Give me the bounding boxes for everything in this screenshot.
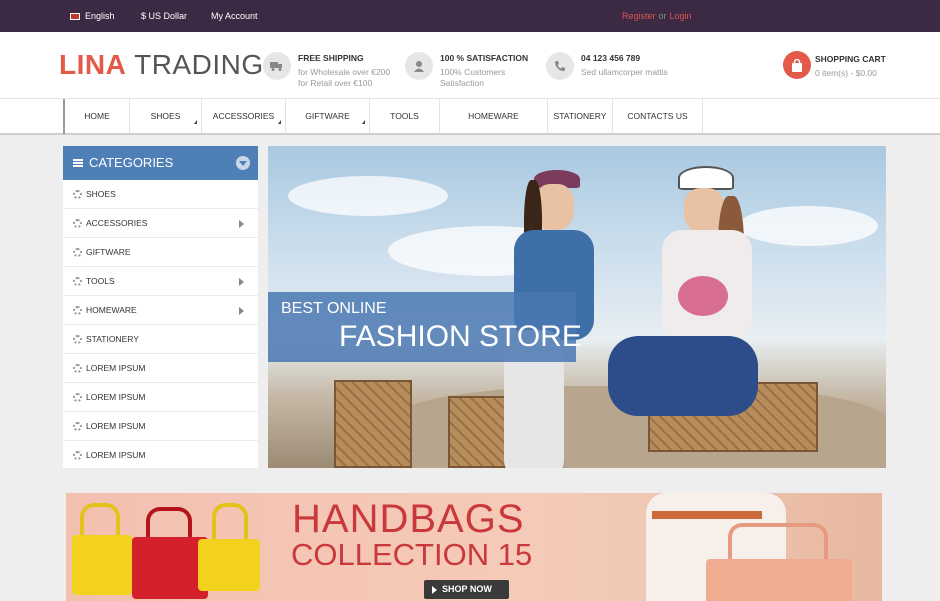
- chevron-right-icon: [239, 220, 244, 228]
- handbags-promo[interactable]: HANDBAGS COLLECTION 15 SHOP NOW: [66, 493, 882, 601]
- gear-icon: [73, 219, 82, 228]
- category-item-lorem-4[interactable]: LOREM IPSUM: [63, 441, 258, 470]
- cart-summary: 0 item(s) - $0.00: [815, 68, 877, 78]
- feature-title: 100 % SATISFACTION: [440, 53, 529, 63]
- cart-title[interactable]: SHOPPING CART: [815, 54, 886, 64]
- wooden-crate: [334, 380, 412, 468]
- uk-flag-icon: [70, 13, 80, 20]
- menu-icon: [73, 159, 83, 167]
- promo-subtitle: COLLECTION 15: [291, 537, 533, 572]
- user-icon: [405, 52, 433, 80]
- gear-icon: [73, 422, 82, 431]
- category-item-lorem-2[interactable]: LOREM IPSUM: [63, 383, 258, 412]
- shop-now-button[interactable]: SHOP NOW: [424, 580, 509, 599]
- category-item-giftware[interactable]: GIFTWARE: [63, 238, 258, 267]
- nav-item-shoes[interactable]: SHOES: [130, 99, 202, 134]
- currency-selector[interactable]: $ US Dollar: [141, 0, 187, 32]
- main-nav: HOME SHOES ACCESSORIES GIFTWARE TOOLS HO…: [0, 98, 940, 135]
- red-bag: [132, 537, 208, 599]
- submenu-arrow-icon: [194, 120, 197, 124]
- banner-line1: BEST ONLINE: [281, 300, 387, 317]
- nav-item-homeware[interactable]: HOMEWARE: [440, 99, 548, 134]
- categories-title: CATEGORIES: [89, 155, 174, 170]
- hero-banner[interactable]: BEST ONLINE FASHION STORE: [268, 146, 886, 468]
- shopping-bag-icon[interactable]: [783, 51, 811, 79]
- bag-handle: [80, 503, 120, 539]
- chevron-right-icon: [239, 307, 244, 315]
- feature-title: FREE SHIPPING: [298, 53, 364, 63]
- category-item-stationery[interactable]: STATIONERY: [63, 325, 258, 354]
- nav-item-accessories[interactable]: ACCESSORIES: [202, 99, 286, 134]
- model-right: [608, 166, 768, 466]
- categories-list: SHOES ACCESSORIES GIFTWARE TOOLS HOMEWAR…: [63, 180, 258, 470]
- header: LINA TRADING FREE SHIPPING for Wholesale…: [0, 32, 940, 98]
- phone-icon: [546, 52, 574, 80]
- top-bar: English $ US Dollar My Account Register o…: [0, 0, 940, 32]
- gear-icon: [73, 248, 82, 257]
- belt: [652, 511, 762, 519]
- nav-item-tools[interactable]: TOOLS: [370, 99, 440, 134]
- phone-number: 04 123 456 789: [581, 53, 641, 63]
- cloud: [288, 176, 448, 216]
- category-item-shoes[interactable]: SHOES: [63, 180, 258, 209]
- language-label: English: [85, 11, 115, 21]
- gear-icon: [73, 393, 82, 402]
- category-item-lorem-1[interactable]: LOREM IPSUM: [63, 354, 258, 383]
- feature-text: for Wholesale over €200 for Retail over €…: [298, 67, 391, 88]
- logo[interactable]: LINA TRADING: [59, 50, 264, 80]
- banner-caption: BEST ONLINE FASHION STORE: [268, 292, 582, 362]
- gear-icon: [73, 364, 82, 373]
- gear-icon: [73, 190, 82, 199]
- banner-line2: FASHION STORE: [339, 320, 582, 353]
- bag-handle: [212, 503, 248, 543]
- my-account-link[interactable]: My Account: [211, 0, 258, 32]
- submenu-arrow-icon: [278, 120, 281, 124]
- nav-item-stationery[interactable]: STATIONERY: [548, 99, 613, 134]
- gear-icon: [73, 451, 82, 460]
- feature-text: Sed ullamcorper mattis: [581, 67, 668, 77]
- login-link[interactable]: Login: [670, 11, 692, 21]
- gear-icon: [73, 277, 82, 286]
- category-item-homeware[interactable]: HOMEWARE: [63, 296, 258, 325]
- register-link[interactable]: Register: [622, 11, 656, 21]
- yellow-bag: [72, 535, 132, 595]
- category-item-lorem-3[interactable]: LOREM IPSUM: [63, 412, 258, 441]
- logo-part2: TRADING: [134, 49, 264, 80]
- gear-icon: [73, 335, 82, 344]
- promo-title: HANDBAGS: [292, 497, 525, 541]
- gear-icon: [73, 306, 82, 315]
- category-item-tools[interactable]: TOOLS: [63, 267, 258, 296]
- feature-text: 100% Customers Satisfaction: [440, 67, 506, 88]
- register-login: Register or Login: [622, 0, 692, 32]
- category-item-accessories[interactable]: ACCESSORIES: [63, 209, 258, 238]
- chevron-down-icon[interactable]: [236, 156, 250, 170]
- yellow-bag-small: [198, 539, 260, 591]
- logo-part1: LINA: [59, 49, 127, 80]
- or-text: or: [658, 11, 667, 21]
- nav-item-contacts[interactable]: CONTACTS US: [613, 99, 703, 134]
- play-icon: [432, 586, 437, 594]
- truck-icon: [263, 52, 291, 80]
- submenu-arrow-icon: [362, 120, 365, 124]
- nav-item-giftware[interactable]: GIFTWARE: [286, 99, 370, 134]
- nav-item-home[interactable]: HOME: [63, 99, 130, 134]
- language-selector[interactable]: English: [70, 0, 115, 32]
- chevron-right-icon: [239, 278, 244, 286]
- categories-header[interactable]: CATEGORIES: [63, 146, 258, 180]
- peach-bag: [706, 559, 852, 601]
- categories-sidebar: CATEGORIES SHOES ACCESSORIES GIFTWARE TO…: [63, 146, 258, 468]
